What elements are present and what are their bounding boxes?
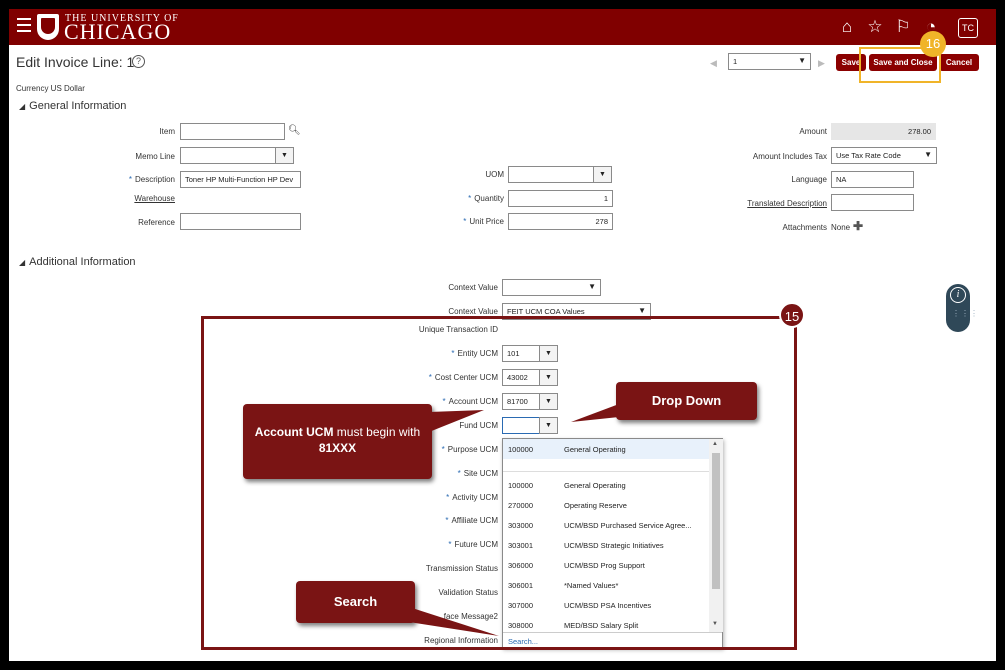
cancel-button[interactable]: Cancel [939, 54, 979, 71]
amount-includes-tax-select[interactable]: Use Tax Rate Code ▼ [831, 147, 937, 164]
pager-select[interactable]: 1 ▼ [728, 53, 811, 70]
required-marker: * [463, 217, 467, 226]
amount-label: Amount [799, 127, 827, 136]
avatar[interactable]: TC [958, 18, 978, 38]
pager-value: 1 [733, 57, 738, 66]
chevron-down-icon: ▼ [638, 306, 646, 315]
callout-bold-text-2: 81XXX [318, 441, 357, 455]
assistant-floating-button[interactable]: i ⋮⋮⋮ [946, 284, 978, 332]
reference-input[interactable] [180, 213, 301, 230]
required-marker: * [468, 194, 472, 203]
quantity-label: * Quantity [434, 194, 504, 203]
callout-pointer-icon [571, 404, 619, 422]
amount-includes-tax-value: Use Tax Rate Code [836, 151, 901, 160]
translated-description-input[interactable] [831, 194, 914, 211]
additional-information-header[interactable]: ◢ Additional Information [19, 256, 136, 268]
warehouse-link[interactable]: Warehouse [109, 194, 175, 203]
step-badge-16: 16 [920, 31, 946, 57]
flag-icon[interactable]: ⚐ [894, 18, 912, 36]
collapse-triangle-icon: ◢ [19, 258, 26, 267]
dropdown-callout: Drop Down [616, 382, 757, 420]
memo-line-dropdown-icon[interactable]: ▼ [275, 147, 294, 164]
description-label-text: Description [134, 175, 175, 184]
general-information-title: General Information [29, 100, 127, 112]
general-information-header[interactable]: ◢ General Information [19, 100, 126, 112]
page-title: Edit Invoice Line: 1 [16, 54, 135, 70]
unit-price-input[interactable]: 278 [508, 213, 613, 230]
add-attachment-icon[interactable]: ✚ [853, 219, 863, 233]
item-label: Item [159, 127, 175, 136]
help-icon[interactable]: ? [132, 55, 145, 68]
callout-bold-text: Account UCM [254, 425, 334, 439]
description-input[interactable]: Toner HP Multi-Function HP Dev [180, 171, 301, 188]
context-value-2-text: FEIT UCM COA Values [507, 307, 585, 316]
highlight-box-15 [201, 316, 797, 650]
language-label: Language [791, 175, 827, 184]
chevron-down-icon: ▼ [588, 282, 596, 291]
star-icon[interactable]: ☆ [866, 18, 884, 36]
callout-pointer-icon [409, 607, 499, 636]
chevron-down-icon: ▼ [798, 56, 806, 65]
next-icon[interactable]: ▶ [818, 58, 825, 69]
collapse-triangle-icon: ◢ [19, 102, 26, 111]
amount-value: 278.00 [831, 123, 936, 140]
callout-pointer-icon [429, 410, 484, 432]
grid-icon[interactable]: ⋮⋮⋮ [952, 310, 979, 318]
attachments-value: None [831, 223, 851, 232]
item-input[interactable] [180, 123, 285, 140]
currency-label: Currency US Dollar [16, 84, 85, 93]
uom-dropdown-icon[interactable]: ▼ [593, 166, 612, 183]
language-input[interactable]: NA [831, 171, 914, 188]
quantity-input[interactable]: 1 [508, 190, 613, 207]
menu-icon[interactable] [17, 18, 31, 32]
chevron-down-icon: ▼ [924, 150, 932, 159]
memo-line-input[interactable] [180, 147, 276, 164]
context-value-label-2: Context Value [448, 307, 498, 316]
previous-icon[interactable]: ◀ [710, 58, 717, 69]
info-icon[interactable]: i [950, 287, 966, 303]
context-value-label: Context Value [448, 283, 498, 292]
home-icon[interactable]: ⌂ [838, 18, 856, 36]
unit-price-label-text: Unit Price [469, 217, 504, 226]
quantity-label-text: Quantity [474, 194, 504, 203]
attachments-label: Attachments [782, 223, 827, 232]
account-ucm-callout: Account UCM must begin with 81XXX [243, 404, 432, 479]
uom-input[interactable] [508, 166, 594, 183]
step-badge-15: 15 [779, 302, 805, 328]
search-callout: Search [296, 581, 415, 623]
unit-price-label: * Unit Price [434, 217, 504, 226]
search-icon[interactable]: 🔍︎ [288, 125, 301, 136]
amount-includes-tax-label: Amount Includes Tax [752, 152, 827, 161]
context-value-select[interactable]: ▼ [502, 279, 601, 296]
memo-line-label: Memo Line [135, 152, 175, 161]
university-name-line2: CHICAGO [64, 19, 172, 44]
university-shield-icon [37, 14, 59, 40]
top-bar: THE UNIVERSITY OF CHICAGO ⌂ ☆ ⚐ ◔ TC [9, 9, 996, 45]
additional-information-title: Additional Information [29, 256, 136, 268]
callout-text: must begin with [333, 425, 421, 439]
translated-description-link[interactable]: Translated Description [709, 199, 827, 208]
required-marker: * [128, 175, 132, 184]
reference-label: Reference [138, 218, 175, 227]
uom-label: UOM [485, 170, 504, 179]
description-label: * Description [99, 175, 175, 184]
app-window: THE UNIVERSITY OF CHICAGO ⌂ ☆ ⚐ ◔ TC Edi… [9, 9, 996, 661]
